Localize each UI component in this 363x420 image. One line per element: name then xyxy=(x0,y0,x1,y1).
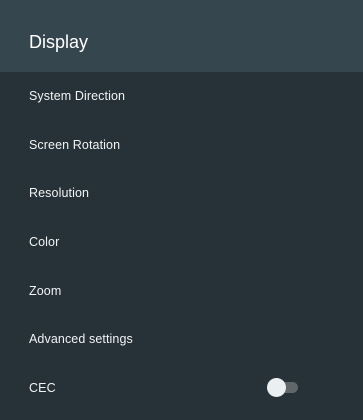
menu-item-color[interactable]: Color xyxy=(0,218,363,267)
menu-item-label: Advanced settings xyxy=(29,332,133,347)
menu-item-advanced-settings[interactable]: Advanced settings xyxy=(0,315,363,364)
menu-item-label: Color xyxy=(29,235,60,250)
menu-item-screen-rotation[interactable]: Screen Rotation xyxy=(0,121,363,170)
menu-item-label: CEC xyxy=(29,380,56,395)
menu-item-label: Zoom xyxy=(29,283,62,298)
menu-item-resolution[interactable]: Resolution xyxy=(0,169,363,218)
menu-item-zoom[interactable]: Zoom xyxy=(0,266,363,315)
menu-item-label: Screen Rotation xyxy=(29,137,121,152)
cec-toggle[interactable] xyxy=(267,377,301,398)
menu-item-cec[interactable]: CEC xyxy=(0,364,363,413)
menu-item-label: Resolution xyxy=(29,186,90,201)
settings-header: Display xyxy=(0,0,363,72)
page-title: Display xyxy=(29,31,89,52)
toggle-thumb xyxy=(267,377,286,397)
settings-menu: System Direction Screen Rotation Resolut… xyxy=(0,72,363,412)
menu-item-system-direction[interactable]: System Direction xyxy=(0,72,363,121)
menu-item-label: System Direction xyxy=(29,89,126,104)
